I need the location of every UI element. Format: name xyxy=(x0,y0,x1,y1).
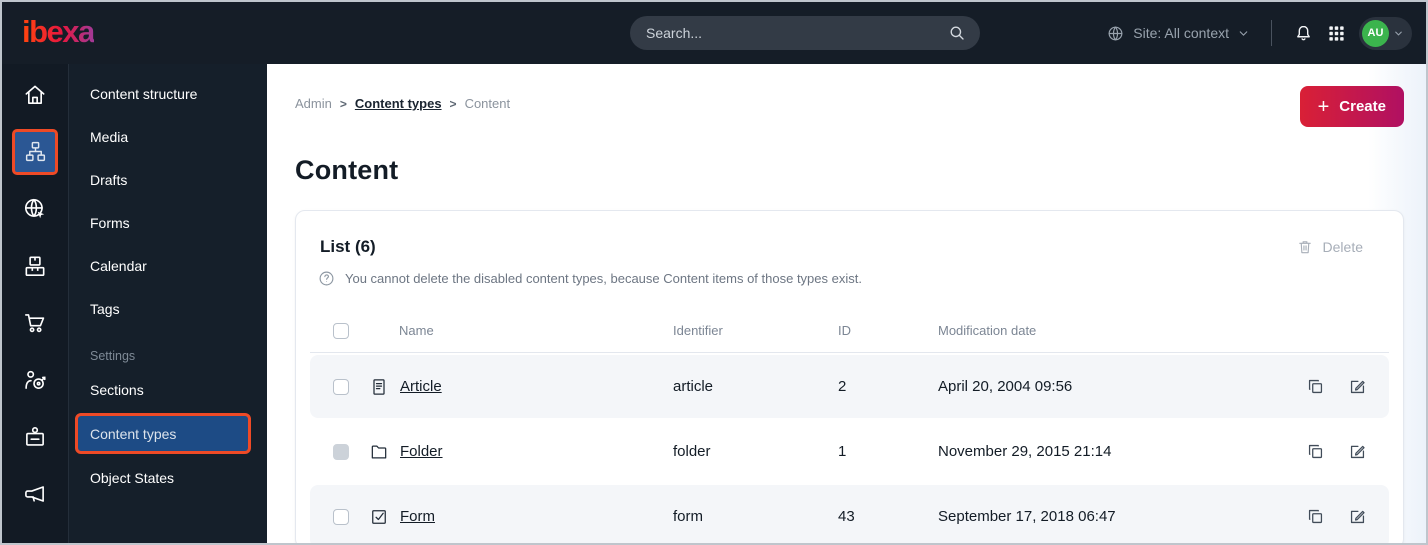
search-icon[interactable] xyxy=(948,24,966,42)
sidebar-item-drafts[interactable]: Drafts xyxy=(69,158,267,201)
trash-icon xyxy=(1296,238,1314,256)
column-header-identifier: Identifier xyxy=(673,323,723,338)
create-button[interactable]: + Create xyxy=(1299,86,1404,127)
notice-text: You cannot delete the disabled content t… xyxy=(345,271,862,286)
modified-cell: September 17, 2018 06:47 xyxy=(938,508,1116,525)
article-icon xyxy=(369,377,389,397)
topbar-controls: Site: All context AU xyxy=(1106,2,1412,64)
create-button-label: Create xyxy=(1339,98,1386,115)
boxes-icon xyxy=(22,253,48,279)
badge-icon xyxy=(22,424,48,450)
sidebar-item-tags[interactable]: Tags xyxy=(69,287,267,330)
table-row-article: Article article 2 April 20, 2004 09:56 xyxy=(310,355,1389,418)
notifications-bell-icon[interactable] xyxy=(1293,23,1314,44)
rail-item-product-catalog[interactable] xyxy=(2,237,68,294)
chevron-down-icon xyxy=(1393,28,1404,39)
id-cell: 1 xyxy=(838,443,847,460)
site-context-selector[interactable]: Site: All context xyxy=(1106,24,1250,43)
list-count-title: List (6) xyxy=(320,237,376,256)
globe-icon xyxy=(1106,24,1125,43)
rail-item-marketing[interactable] xyxy=(2,465,68,522)
page-title: Content xyxy=(295,155,399,185)
global-search[interactable] xyxy=(630,16,980,50)
topbar-divider xyxy=(1271,20,1272,46)
breadcrumb-separator: > xyxy=(339,96,347,111)
identifier-cell: article xyxy=(673,378,714,395)
content-type-link[interactable]: Form xyxy=(400,508,435,525)
rail-item-content[interactable] xyxy=(2,123,68,180)
cart-icon xyxy=(22,310,48,336)
content-types-table: Name Identifier ID Modification date Art… xyxy=(296,309,1403,543)
site-context-label: Site: All context xyxy=(1133,25,1229,41)
rail-item-dashboard[interactable] xyxy=(2,66,68,123)
breadcrumb: Admin > Content types > Content xyxy=(295,86,510,111)
sidebar-item-object-states[interactable]: Object States xyxy=(69,456,267,499)
plus-icon: + xyxy=(1317,95,1330,118)
rail-item-commerce[interactable] xyxy=(2,294,68,351)
app-window: ibexa Site: All context xyxy=(0,0,1428,545)
table-notice: You cannot delete the disabled content t… xyxy=(296,270,1403,287)
sidebar-item-sections[interactable]: Sections xyxy=(69,368,267,411)
rail-item-personalization[interactable] xyxy=(2,351,68,408)
search-input[interactable] xyxy=(646,25,948,41)
rail-item-site[interactable] xyxy=(2,180,68,237)
breadcrumb-content-types-link[interactable]: Content types xyxy=(355,96,442,111)
table-row-form: Form form 43 September 17, 2018 06:47 xyxy=(310,485,1389,543)
copy-icon[interactable] xyxy=(1306,377,1325,396)
edit-icon[interactable] xyxy=(1348,507,1367,526)
id-cell: 2 xyxy=(838,378,847,395)
sidebar-section-settings: Settings xyxy=(90,349,136,363)
delete-button[interactable]: Delete xyxy=(1296,238,1363,256)
row-checkbox[interactable] xyxy=(333,508,349,525)
table-row-folder: Folder folder 1 November 29, 2015 21:14 xyxy=(310,420,1389,483)
sidebar: Content structure Media Drafts Forms Cal… xyxy=(69,64,267,543)
home-icon xyxy=(22,82,48,108)
content-type-link[interactable]: Folder xyxy=(400,443,443,460)
sidebar-item-media[interactable]: Media xyxy=(69,115,267,158)
row-checkbox-disabled xyxy=(333,443,349,460)
ibexa-logo[interactable]: ibexa xyxy=(22,16,95,51)
copy-icon[interactable] xyxy=(1306,442,1325,461)
avatar: AU xyxy=(1362,19,1389,47)
site-globe-cursor-icon xyxy=(22,196,48,222)
megaphone-icon xyxy=(22,481,48,507)
breadcrumb-admin: Admin xyxy=(295,96,332,111)
rail-item-admin[interactable] xyxy=(2,408,68,465)
column-header-modified: Modification date xyxy=(938,323,1037,338)
content-type-link[interactable]: Article xyxy=(400,378,442,395)
sidebar-item-content-structure[interactable]: Content structure xyxy=(69,72,267,115)
form-icon xyxy=(369,507,389,527)
personalization-icon xyxy=(22,367,48,393)
identifier-cell: form xyxy=(673,508,703,525)
sidebar-item-content-types[interactable]: Content types xyxy=(75,413,251,454)
modified-cell: April 20, 2004 09:56 xyxy=(938,378,1073,395)
column-header-id: ID xyxy=(838,323,851,338)
breadcrumb-content: Content xyxy=(464,96,511,111)
modified-cell: November 29, 2015 21:14 xyxy=(938,443,1112,460)
content-structure-icon xyxy=(23,139,48,164)
content-types-card: List (6) Delete You cannot delete the di… xyxy=(295,210,1404,543)
copy-icon[interactable] xyxy=(1306,507,1325,526)
sidebar-item-forms[interactable]: Forms xyxy=(69,201,267,244)
user-menu[interactable]: AU xyxy=(1359,16,1412,50)
id-cell: 43 xyxy=(838,508,855,525)
active-rail-highlight xyxy=(12,128,58,175)
main-content: Admin > Content types > Content + Create… xyxy=(267,64,1426,543)
edit-icon[interactable] xyxy=(1348,442,1367,461)
top-bar: ibexa Site: All context xyxy=(2,2,1426,64)
column-header-name: Name xyxy=(399,323,434,338)
sidebar-item-calendar[interactable]: Calendar xyxy=(69,244,267,287)
chevron-down-icon xyxy=(1237,27,1250,40)
breadcrumb-separator: > xyxy=(449,96,457,111)
icon-rail xyxy=(2,64,69,543)
edit-icon[interactable] xyxy=(1348,377,1367,396)
app-grid-icon[interactable] xyxy=(1327,24,1346,43)
table-header-row: Name Identifier ID Modification date xyxy=(310,309,1389,353)
folder-icon xyxy=(369,442,389,462)
help-circle-icon xyxy=(318,270,335,287)
delete-button-label: Delete xyxy=(1322,239,1363,255)
row-checkbox[interactable] xyxy=(333,378,349,395)
select-all-checkbox[interactable] xyxy=(333,322,349,339)
identifier-cell: folder xyxy=(673,443,711,460)
